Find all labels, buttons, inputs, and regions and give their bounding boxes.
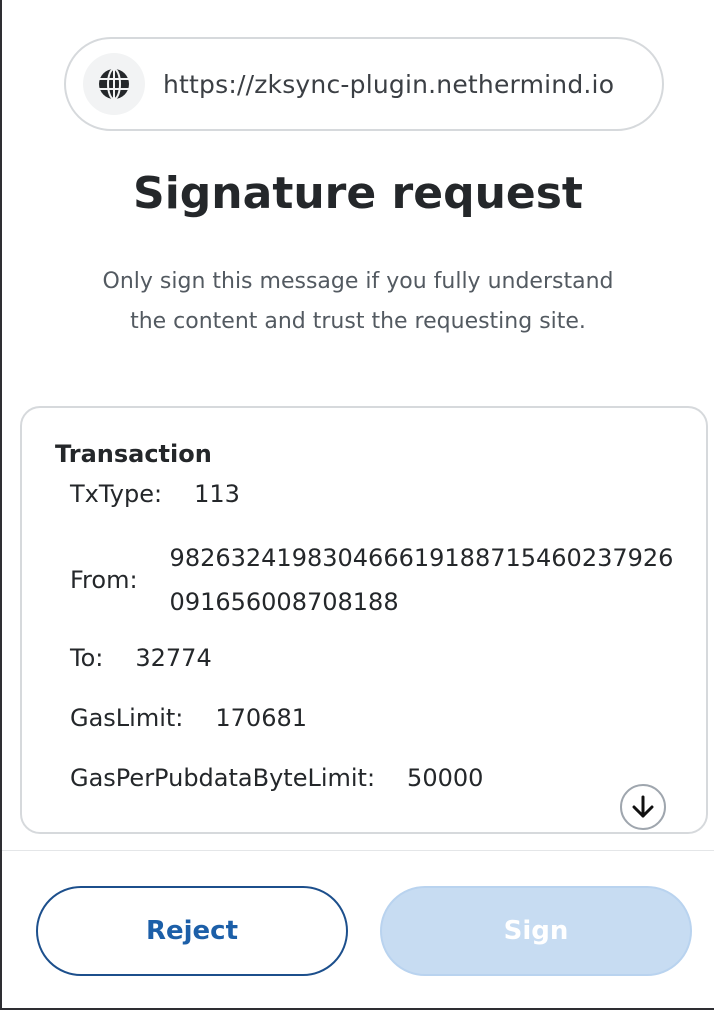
transaction-details-panel[interactable]: Transaction TxType: 113 From: 9826324198… <box>20 406 708 834</box>
field-label: GasPerPubdataByteLimit: <box>70 764 376 792</box>
field-label: From: <box>70 566 138 594</box>
site-icon-container <box>83 53 145 115</box>
field-label: GasLimit: <box>70 704 184 732</box>
site-origin-pill: https://zksync-plugin.nethermind.io <box>64 37 664 131</box>
site-url: https://zksync-plugin.nethermind.io <box>163 69 615 99</box>
page-title: Signature request <box>133 168 583 219</box>
tx-field-to: To: 32774 <box>70 644 212 672</box>
scroll-down-button[interactable] <box>620 784 666 830</box>
field-value: 170681 <box>215 704 308 732</box>
field-value: 9826324198304666191887154602379260916560… <box>169 544 674 616</box>
warning-message: Only sign this message if you fully unde… <box>102 269 614 334</box>
sign-button[interactable]: Sign <box>380 886 692 976</box>
field-value: 32774 <box>135 644 212 672</box>
globe-icon <box>99 68 129 100</box>
signature-request-window: https://zksync-plugin.nethermind.io Sign… <box>0 0 714 1010</box>
field-label: To: <box>70 644 104 672</box>
field-value: 50000 <box>407 764 484 792</box>
tx-field-gaslimit: GasLimit: 170681 <box>70 704 307 732</box>
tx-field-txtype: TxType: 113 <box>70 480 240 508</box>
reject-button[interactable]: Reject <box>36 886 348 976</box>
tx-field-from: From: 9826324198304666191887154602379260… <box>70 536 680 624</box>
tx-field-gasperpubdata: GasPerPubdataByteLimit: 50000 <box>70 764 483 792</box>
arrow-down-icon <box>632 795 654 818</box>
field-value: 113 <box>194 480 240 508</box>
footer-divider <box>2 850 714 851</box>
transaction-heading: Transaction <box>55 440 212 468</box>
field-label: TxType: <box>70 480 163 508</box>
